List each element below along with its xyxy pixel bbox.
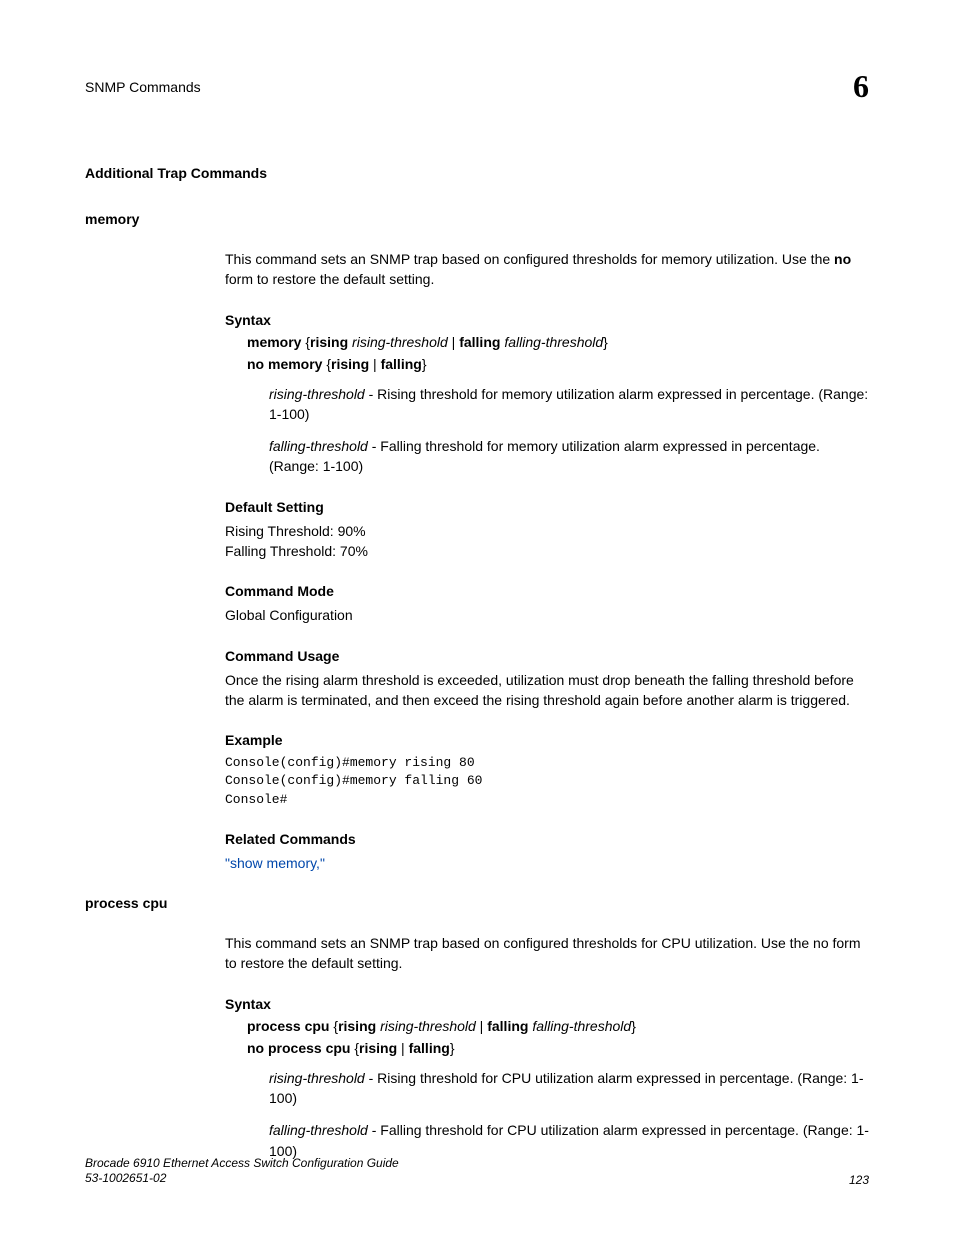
command-mode-block: Command Mode Global Configuration: [225, 583, 869, 625]
param-name: falling-threshold: [269, 1122, 368, 1138]
param-rising-memory: rising-threshold - Rising threshold for …: [269, 384, 869, 425]
brace-close: }: [450, 1040, 455, 1056]
page-number: 123: [849, 1173, 869, 1187]
mode-heading: Command Mode: [225, 583, 869, 599]
param-falling-memory: falling-threshold - Falling threshold fo…: [269, 436, 869, 477]
syntax-cmd: process cpu: [247, 1018, 329, 1034]
param-name: falling-threshold: [269, 438, 368, 454]
header-title: SNMP Commands: [85, 79, 201, 95]
default-heading: Default Setting: [225, 499, 869, 515]
related-link-show-memory[interactable]: "show memory,": [225, 853, 869, 873]
arg-rising: rising-threshold: [376, 1018, 476, 1034]
kw-falling: falling: [409, 1040, 450, 1056]
section-subtitle: Additional Trap Commands: [85, 165, 869, 181]
default-falling: Falling Threshold: 70%: [225, 541, 869, 561]
brace-close: }: [603, 334, 608, 350]
param-falling-cpu: falling-threshold - Falling threshold fo…: [269, 1120, 869, 1161]
kw-rising: rising: [359, 1040, 397, 1056]
syntax-line-cpu: process cpu {rising rising-threshold | f…: [247, 1018, 869, 1034]
desc-text: This command sets an SNMP trap based on …: [225, 251, 834, 267]
pipe: |: [369, 356, 380, 372]
no-cmd: no memory: [247, 356, 322, 372]
example-code: Console(config)#memory rising 80 Console…: [225, 754, 869, 809]
brace: {: [329, 1018, 338, 1034]
mode-text: Global Configuration: [225, 605, 869, 625]
param-name: rising-threshold: [269, 1070, 365, 1086]
desc-bold-no: no: [834, 251, 851, 267]
command-name-memory: memory: [85, 211, 869, 227]
command-name-process-cpu: process cpu: [85, 895, 869, 911]
syntax-heading-cpu: Syntax: [225, 996, 869, 1012]
brace: {: [350, 1040, 359, 1056]
command-usage-block: Command Usage Once the rising alarm thre…: [225, 648, 869, 711]
kw-rising: rising: [331, 356, 369, 372]
pipe: |: [448, 334, 459, 350]
brace: {: [301, 334, 310, 350]
default-setting-block: Default Setting Rising Threshold: 90% Fa…: [225, 499, 869, 562]
page-footer: Brocade 6910 Ethernet Access Switch Conf…: [85, 1156, 869, 1187]
cpu-description: This command sets an SNMP trap based on …: [225, 933, 869, 974]
pipe: |: [397, 1040, 408, 1056]
usage-heading: Command Usage: [225, 648, 869, 664]
kw-falling: falling: [487, 1018, 528, 1034]
brace-close: }: [422, 356, 427, 372]
cpu-content: This command sets an SNMP trap based on …: [225, 933, 869, 1161]
memory-content: This command sets an SNMP trap based on …: [225, 249, 869, 873]
footer-guide: Brocade 6910 Ethernet Access Switch Conf…: [85, 1156, 399, 1172]
no-syntax-line-cpu: no process cpu {rising | falling}: [247, 1040, 869, 1056]
kw-falling: falling: [381, 356, 422, 372]
page-header: SNMP Commands 6: [85, 68, 869, 105]
syntax-cmd: memory: [247, 334, 301, 350]
related-commands-block: Related Commands "show memory,": [225, 831, 869, 873]
no-cmd: no process cpu: [247, 1040, 350, 1056]
syntax-heading: Syntax: [225, 312, 869, 328]
usage-text: Once the rising alarm threshold is excee…: [225, 670, 869, 711]
brace: {: [322, 356, 331, 372]
pipe: |: [476, 1018, 487, 1034]
kw-rising: rising: [338, 1018, 376, 1034]
kw-rising: rising: [310, 334, 348, 350]
no-syntax-line-memory: no memory {rising | falling}: [247, 356, 869, 372]
default-rising: Rising Threshold: 90%: [225, 521, 869, 541]
param-name: rising-threshold: [269, 386, 365, 402]
syntax-line-memory: memory {rising rising-threshold | fallin…: [247, 334, 869, 350]
footer-left: Brocade 6910 Ethernet Access Switch Conf…: [85, 1156, 399, 1187]
related-heading: Related Commands: [225, 831, 869, 847]
arg-falling: falling-threshold: [528, 1018, 631, 1034]
brace-close: }: [631, 1018, 636, 1034]
param-rising-cpu: rising-threshold - Rising threshold for …: [269, 1068, 869, 1109]
kw-falling: falling: [459, 334, 500, 350]
example-heading: Example: [225, 732, 869, 748]
arg-rising: rising-threshold: [348, 334, 448, 350]
memory-description: This command sets an SNMP trap based on …: [225, 249, 869, 290]
desc-text-post: form to restore the default setting.: [225, 271, 434, 287]
arg-falling: falling-threshold: [500, 334, 603, 350]
chapter-number: 6: [853, 68, 869, 105]
footer-partnum: 53-1002651-02: [85, 1171, 399, 1187]
